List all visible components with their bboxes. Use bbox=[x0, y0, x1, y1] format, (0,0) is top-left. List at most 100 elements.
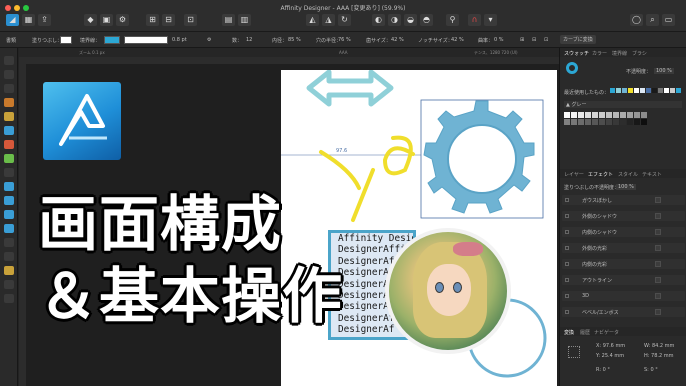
brush-tool-icon[interactable] bbox=[4, 126, 14, 135]
effect-checkbox[interactable] bbox=[565, 310, 569, 314]
tooth-value[interactable]: 42 % bbox=[391, 37, 404, 43]
scribble-path[interactable] bbox=[319, 135, 415, 222]
effect-checkbox[interactable] bbox=[565, 262, 569, 266]
recent-swatch[interactable] bbox=[640, 88, 645, 93]
stroke-width-value[interactable]: 0.8 pt bbox=[172, 37, 187, 43]
recent-swatch[interactable] bbox=[676, 88, 681, 93]
gray-swatch[interactable] bbox=[564, 112, 570, 118]
stroke-width-slider[interactable] bbox=[124, 36, 168, 44]
gray-swatch[interactable] bbox=[627, 119, 633, 125]
rectangle-tool-icon[interactable] bbox=[4, 182, 14, 191]
fill-swatch[interactable] bbox=[60, 36, 72, 44]
boolean-divide-icon[interactable]: ◓ bbox=[420, 14, 433, 26]
effect-settings-icon[interactable] bbox=[655, 293, 661, 299]
recent-swatches[interactable] bbox=[610, 88, 684, 94]
curve-value[interactable]: 0 % bbox=[494, 37, 504, 43]
tab-color[interactable]: カラー bbox=[592, 50, 607, 57]
convert-to-curves-button[interactable]: カーブに変換 bbox=[560, 35, 596, 44]
effect-settings-icon[interactable] bbox=[655, 261, 661, 267]
x-value[interactable]: 97.6 mm bbox=[603, 343, 625, 349]
effect-settings-icon[interactable] bbox=[655, 277, 661, 283]
recent-swatch[interactable] bbox=[646, 88, 651, 93]
gray-swatch[interactable] bbox=[571, 119, 577, 125]
effect-settings-icon[interactable] bbox=[655, 245, 661, 251]
s-value[interactable]: 0 ° bbox=[650, 367, 657, 373]
effect-settings-icon[interactable] bbox=[655, 309, 661, 315]
fill-stroke-well[interactable] bbox=[566, 62, 578, 74]
gray-swatch[interactable] bbox=[578, 112, 584, 118]
boolean-subtract-icon[interactable]: ◑ bbox=[388, 14, 401, 26]
gray-swatch[interactable] bbox=[634, 112, 640, 118]
align-menu-icon[interactable]: ⊞ bbox=[520, 37, 524, 43]
effect-row[interactable]: ガウスぼかし bbox=[562, 195, 685, 205]
gray-swatch[interactable] bbox=[620, 112, 626, 118]
flip-vertical-icon[interactable]: ◮ bbox=[322, 14, 335, 26]
boolean-add-icon[interactable]: ◐ bbox=[372, 14, 385, 26]
recent-swatch[interactable] bbox=[670, 88, 675, 93]
snap-menu-icon[interactable]: ⊡ bbox=[544, 37, 548, 43]
gray-swatch[interactable] bbox=[592, 112, 598, 118]
order-back-icon[interactable]: ▤ bbox=[222, 14, 235, 26]
tab-layers[interactable]: レイヤー bbox=[564, 171, 584, 178]
effect-row[interactable]: 外側のシャドウ bbox=[562, 211, 685, 221]
tab-brushes[interactable]: ブラシ bbox=[632, 50, 647, 57]
gray-swatch[interactable] bbox=[592, 119, 598, 125]
effect-row[interactable]: ベベル/エンボス bbox=[562, 307, 685, 317]
insert-icon[interactable]: ▣ bbox=[100, 14, 113, 26]
recent-swatch[interactable] bbox=[628, 88, 633, 93]
tab-styles[interactable]: スタイル bbox=[618, 171, 638, 178]
stroke-settings-icon[interactable]: ⚙ bbox=[207, 37, 211, 43]
fill-tool-icon[interactable] bbox=[4, 140, 14, 149]
gray-swatch[interactable] bbox=[613, 112, 619, 118]
pencil-tool-icon[interactable] bbox=[4, 112, 14, 121]
effect-checkbox[interactable] bbox=[565, 278, 569, 282]
recent-swatch[interactable] bbox=[610, 88, 615, 93]
effect-row[interactable]: 内側のシャドウ bbox=[562, 227, 685, 237]
hole-value[interactable]: 76 % bbox=[338, 37, 351, 43]
fx-opacity-value[interactable]: 100 % bbox=[616, 184, 636, 190]
recent-swatch[interactable] bbox=[652, 88, 657, 93]
recent-swatch[interactable] bbox=[622, 88, 627, 93]
gray-swatch[interactable] bbox=[599, 112, 605, 118]
palette-dropdown[interactable]: ▲ グレー bbox=[564, 101, 682, 108]
anchor-selector[interactable] bbox=[568, 346, 580, 358]
w-value[interactable]: 84.2 mm bbox=[652, 343, 674, 349]
horizontal-ruler[interactable] bbox=[19, 57, 559, 64]
gear-shape[interactable] bbox=[423, 100, 535, 214]
tab-transform[interactable]: 変換 bbox=[564, 329, 574, 336]
inner-value[interactable]: 85 % bbox=[288, 37, 301, 43]
search-icon[interactable]: ⌕ bbox=[646, 14, 659, 26]
gray-swatch[interactable] bbox=[585, 112, 591, 118]
effect-checkbox[interactable] bbox=[565, 230, 569, 234]
crop-tool-icon[interactable] bbox=[4, 168, 14, 177]
gray-swatch[interactable] bbox=[606, 119, 612, 125]
tab-history[interactable]: 履歴 bbox=[580, 329, 590, 336]
boolean-intersect-icon[interactable]: ◒ bbox=[404, 14, 417, 26]
gray-swatch[interactable] bbox=[606, 112, 612, 118]
gray-swatch[interactable] bbox=[620, 119, 626, 125]
pen-tool-icon[interactable] bbox=[4, 98, 14, 107]
chat-icon[interactable]: ◯ bbox=[630, 14, 643, 26]
effect-settings-icon[interactable] bbox=[655, 213, 661, 219]
rotate-icon[interactable]: ↻ bbox=[338, 14, 351, 26]
effect-checkbox[interactable] bbox=[565, 198, 569, 202]
flip-horizontal-icon[interactable]: ◭ bbox=[306, 14, 319, 26]
gray-swatch[interactable] bbox=[564, 119, 570, 125]
shape-tool-icon[interactable] bbox=[4, 224, 14, 233]
transparency-tool-icon[interactable] bbox=[4, 154, 14, 163]
stroke-swatch[interactable] bbox=[104, 36, 120, 44]
document-label[interactable]: 書類 bbox=[6, 37, 16, 44]
distribute-icon[interactable]: ⊟ bbox=[162, 14, 175, 26]
vertical-ruler[interactable] bbox=[19, 64, 26, 386]
gray-swatch[interactable] bbox=[599, 119, 605, 125]
color-picker-tool-icon[interactable] bbox=[4, 294, 14, 303]
snapping-options-icon[interactable]: ▾ bbox=[484, 14, 497, 26]
arrange-icon[interactable]: ◆ bbox=[84, 14, 97, 26]
corner-tool-icon[interactable] bbox=[4, 84, 14, 93]
snap-icon[interactable]: ⊡ bbox=[184, 14, 197, 26]
pixel-persona-icon[interactable]: ▦ bbox=[22, 14, 35, 26]
frame-text-tool-icon[interactable] bbox=[4, 252, 14, 261]
gray-swatch[interactable] bbox=[641, 119, 647, 125]
recent-swatch[interactable] bbox=[634, 88, 639, 93]
r-value[interactable]: 0 ° bbox=[603, 367, 610, 373]
